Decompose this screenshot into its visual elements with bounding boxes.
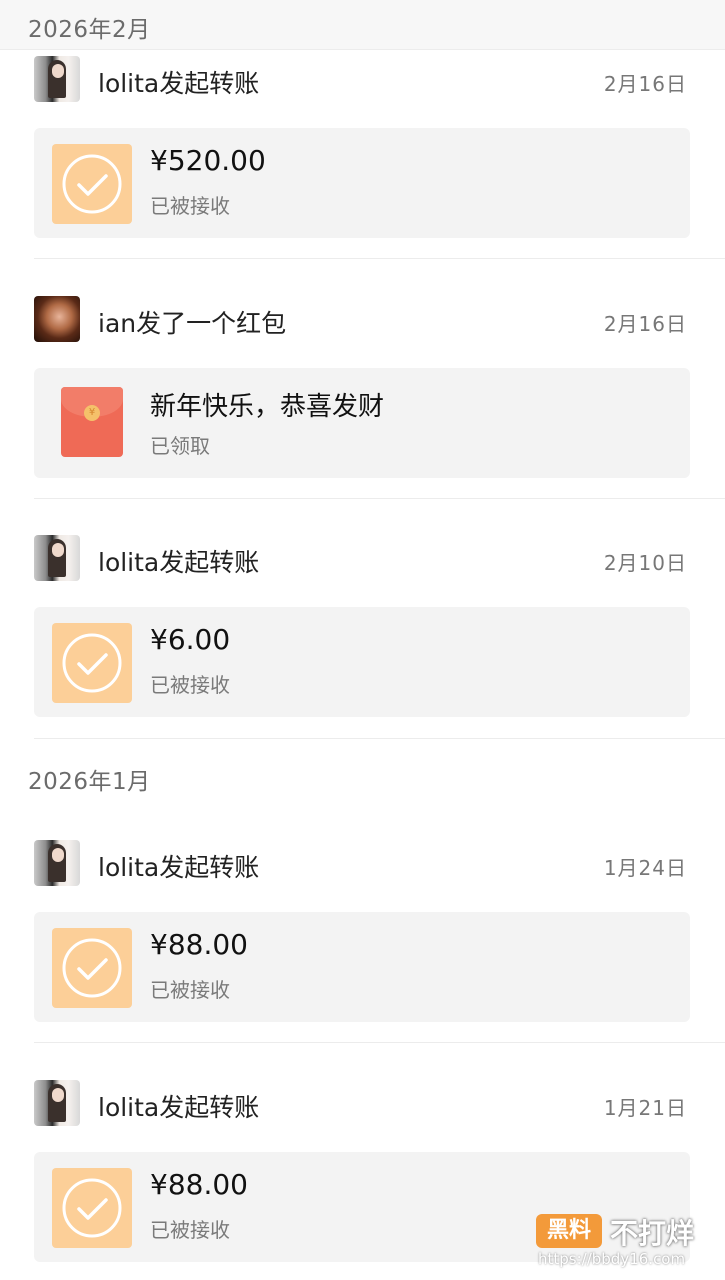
transfer-status: 已被接收 [150, 673, 230, 697]
record-date: 2月16日 [603, 312, 687, 336]
sender-label: lolita发起转账 [98, 853, 260, 882]
check-circle-icon [52, 144, 132, 224]
watermark-logo: 黑料 [536, 1214, 602, 1248]
red-packet-icon: ¥ [61, 387, 123, 457]
sender-label: lolita发起转账 [98, 69, 260, 98]
transfer-amount: ¥6.00 [150, 623, 231, 656]
check-circle-icon [52, 1168, 132, 1248]
record-date: 1月21日 [603, 1096, 687, 1120]
check-circle-icon [52, 623, 132, 703]
avatar[interactable] [34, 56, 80, 102]
red-packet-card[interactable]: ¥ 新年快乐，恭喜发财 已领取 [34, 368, 690, 478]
transfer-record[interactable]: lolita发起转账 2月10日 ¥6.00 已被接收 [0, 535, 725, 735]
divider [34, 1042, 725, 1043]
divider [34, 498, 725, 499]
transfer-record[interactable]: lolita发起转账 2月16日 ¥520.00 已被接收 [0, 56, 725, 256]
month-title: 2026年2月 [28, 17, 151, 43]
avatar[interactable] [34, 296, 80, 342]
transfer-status: 已被接收 [150, 978, 230, 1002]
avatar[interactable] [34, 535, 80, 581]
transfer-amount: ¥88.00 [150, 1168, 248, 1201]
sender-label: ian发了一个红包 [98, 309, 287, 338]
check-circle-icon [52, 928, 132, 1008]
month-title: 2026年1月 [28, 769, 151, 795]
transfer-status: 已被接收 [150, 1218, 230, 1242]
sender-label: lolita发起转账 [98, 548, 260, 577]
month-header-jan: 2026年1月 [0, 752, 725, 802]
transfer-card[interactable]: ¥88.00 已被接收 [34, 912, 690, 1022]
transfer-amount: ¥88.00 [150, 928, 248, 961]
red-packet-record[interactable]: ian发了一个红包 2月16日 ¥ 新年快乐，恭喜发财 已领取 [0, 296, 725, 496]
divider [34, 738, 725, 739]
avatar[interactable] [34, 840, 80, 886]
site-watermark: 黑料 不打烊 https://bbdy16.com [536, 1212, 716, 1272]
divider [34, 258, 725, 259]
record-date: 1月24日 [603, 856, 687, 880]
transfer-card[interactable]: ¥520.00 已被接收 [34, 128, 690, 238]
transfer-amount: ¥520.00 [150, 144, 266, 177]
avatar[interactable] [34, 1080, 80, 1126]
sender-label: lolita发起转账 [98, 1093, 260, 1122]
watermark-url: https://bbdy16.com [538, 1250, 686, 1268]
red-packet-greeting: 新年快乐，恭喜发财 [150, 392, 385, 422]
transfer-record[interactable]: lolita发起转账 1月24日 ¥88.00 已被接收 [0, 840, 725, 1040]
transfer-card[interactable]: ¥6.00 已被接收 [34, 607, 690, 717]
watermark-name: 不打烊 [610, 1217, 695, 1250]
transfer-status: 已被接收 [150, 194, 230, 218]
red-packet-status: 已领取 [150, 434, 210, 458]
record-date: 2月10日 [603, 551, 687, 575]
month-header-feb: 2026年2月 [0, 0, 725, 50]
record-date: 2月16日 [603, 72, 687, 96]
